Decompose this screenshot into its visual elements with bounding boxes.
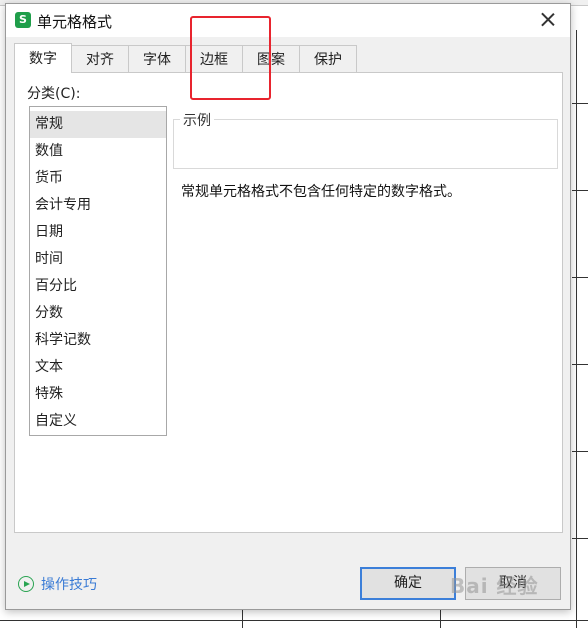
tab-protection[interactable]: 保护	[299, 45, 357, 73]
category-item-date[interactable]: 日期	[30, 219, 166, 246]
category-item-general[interactable]: 常规	[30, 111, 166, 138]
tab-strip: 数字 对齐 字体 边框 图案 保护	[14, 43, 357, 73]
grid-line	[242, 610, 243, 628]
dialog-titlebar: S 单元格格式	[6, 4, 570, 37]
sample-legend: 示例	[180, 110, 214, 130]
tips-label: 操作技巧	[41, 577, 97, 593]
category-item-scientific[interactable]: 科学记数	[30, 327, 166, 354]
category-label: 分类(C):	[27, 86, 81, 102]
grid-line	[572, 364, 588, 365]
category-item-currency[interactable]: 货币	[30, 165, 166, 192]
tab-font[interactable]: 字体	[128, 45, 186, 73]
grid-line	[572, 103, 588, 104]
tab-number[interactable]: 数字	[14, 43, 72, 73]
tab-alignment[interactable]: 对齐	[71, 45, 129, 73]
sample-group: 示例	[173, 110, 558, 169]
category-item-fraction[interactable]: 分数	[30, 300, 166, 327]
ok-button[interactable]: 确定	[360, 567, 456, 600]
play-circle-icon	[18, 576, 34, 592]
annotation-highlight-box	[190, 16, 271, 100]
app-logo-icon: S	[15, 12, 31, 28]
grid-line	[572, 190, 588, 191]
grid-line	[572, 277, 588, 278]
category-list[interactable]: 常规 数值 货币 会计专用 日期 时间 百分比 分数 科学记数 文本 特殊 自定…	[29, 106, 167, 436]
category-item-number[interactable]: 数值	[30, 138, 166, 165]
category-item-accounting[interactable]: 会计专用	[30, 192, 166, 219]
category-item-time[interactable]: 时间	[30, 246, 166, 273]
tips-link[interactable]: 操作技巧	[18, 574, 97, 594]
category-item-special[interactable]: 特殊	[30, 381, 166, 408]
grid-line	[572, 538, 588, 539]
category-item-percentage[interactable]: 百分比	[30, 273, 166, 300]
grid-line	[440, 610, 441, 628]
category-item-text[interactable]: 文本	[30, 354, 166, 381]
close-icon[interactable]	[536, 8, 560, 32]
dialog-title: 单元格格式	[37, 13, 113, 31]
number-tab-panel: 分类(C): 常规 数值 货币 会计专用 日期 时间 百分比 分数 科学记数 文…	[14, 72, 563, 533]
grid-line	[0, 620, 588, 621]
category-item-custom[interactable]: 自定义	[30, 408, 166, 435]
format-cells-dialog: S 单元格格式 数字 对齐 字体 边框 图案 保护 分类(C): 常规 数值 货…	[5, 3, 571, 610]
watermark: Bai 经验	[450, 574, 539, 598]
grid-line	[572, 451, 588, 452]
format-description: 常规单元格格式不包含任何特定的数字格式。	[181, 184, 461, 200]
